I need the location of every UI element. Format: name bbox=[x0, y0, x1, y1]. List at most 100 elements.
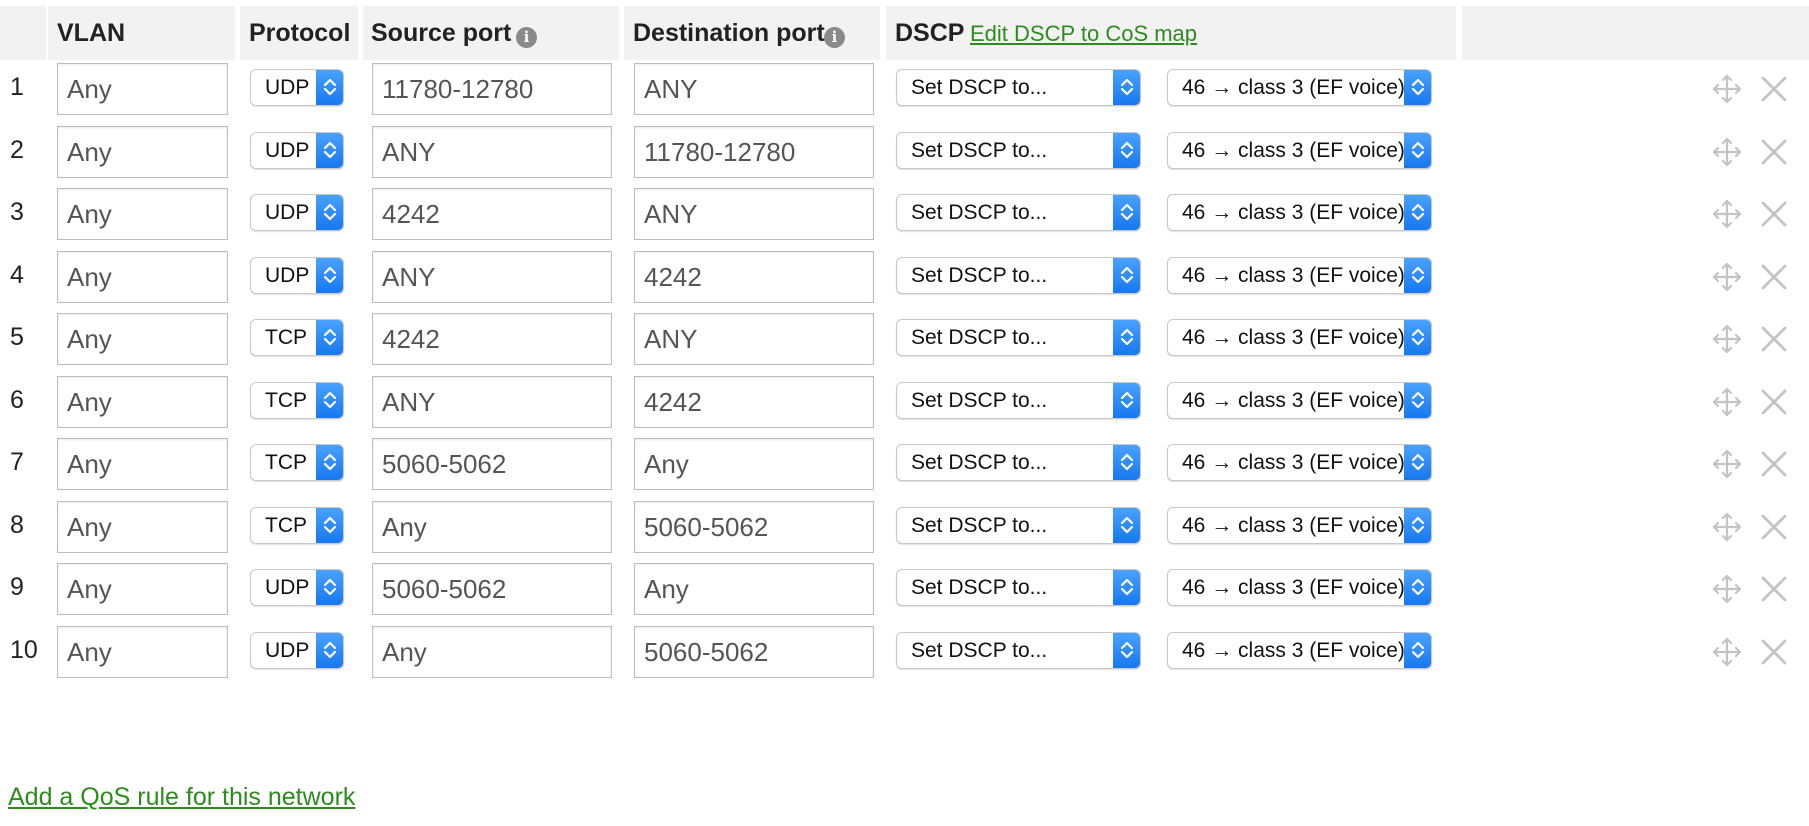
vlan-input[interactable]: Any bbox=[57, 375, 228, 428]
protocol-select[interactable]: UDP bbox=[250, 194, 344, 231]
protocol-select[interactable]: TCP bbox=[250, 444, 344, 481]
close-icon[interactable] bbox=[1759, 386, 1789, 418]
dscp-action-select[interactable]: Set DSCP to... bbox=[896, 569, 1141, 606]
row-number: 10 bbox=[10, 635, 38, 664]
destination-port-input[interactable]: 11780-12780 bbox=[634, 125, 874, 178]
protocol-value: UDP bbox=[265, 138, 310, 162]
dscp-action-select[interactable]: Set DSCP to... bbox=[896, 69, 1141, 106]
row-number: 7 bbox=[10, 448, 24, 476]
close-icon[interactable] bbox=[1759, 573, 1789, 605]
dscp-value-select[interactable]: 46 → class 3 (EF voice) bbox=[1167, 256, 1432, 294]
close-icon[interactable] bbox=[1759, 136, 1789, 168]
destination-port-input[interactable]: 4242 bbox=[634, 375, 874, 428]
source-port-input[interactable]: 5060-5062 bbox=[372, 438, 612, 490]
dscp-value-select[interactable]: 46 → class 3 (EF voice) bbox=[1167, 319, 1432, 356]
source-port-input[interactable]: 5060-5062 bbox=[372, 563, 612, 615]
move-icon[interactable] bbox=[1711, 73, 1743, 105]
source-port-input[interactable]: ANY bbox=[372, 250, 612, 303]
chevron-up-down-icon bbox=[1411, 391, 1425, 408]
dscp-value-select[interactable]: 46 → class 3 (EF voice) bbox=[1167, 506, 1432, 544]
move-icon[interactable] bbox=[1711, 261, 1743, 293]
vlan-input[interactable]: Any bbox=[57, 313, 228, 365]
source-port-input[interactable]: ANY bbox=[372, 125, 612, 178]
protocol-select[interactable]: UDP bbox=[250, 131, 344, 169]
close-icon[interactable] bbox=[1759, 261, 1789, 293]
dscp-value-select[interactable]: 46 → class 3 (EF voice) bbox=[1167, 194, 1432, 231]
info-icon[interactable]: i bbox=[824, 27, 845, 48]
destination-port-input[interactable]: 4242 bbox=[634, 250, 874, 303]
dscp-value: 46 → class 3 (EF voice) bbox=[1182, 576, 1405, 599]
close-icon[interactable] bbox=[1759, 198, 1789, 230]
dscp-value-select[interactable]: 46 → class 3 (EF voice) bbox=[1167, 381, 1432, 419]
dscp-action-select[interactable]: Set DSCP to... bbox=[896, 131, 1141, 169]
dscp-action-select[interactable]: Set DSCP to... bbox=[896, 194, 1141, 231]
dscp-action-value: Set DSCP to... bbox=[911, 388, 1048, 412]
vlan-input[interactable]: Any bbox=[57, 63, 228, 115]
destination-port-input[interactable]: 5060-5062 bbox=[634, 625, 874, 678]
protocol-select[interactable]: UDP bbox=[250, 69, 344, 106]
vlan-input[interactable]: Any bbox=[57, 250, 228, 303]
protocol-select[interactable]: TCP bbox=[250, 319, 344, 356]
close-icon[interactable] bbox=[1759, 448, 1789, 480]
close-icon[interactable] bbox=[1759, 73, 1789, 105]
close-icon[interactable] bbox=[1759, 511, 1789, 543]
chevron-up-down-icon bbox=[1411, 516, 1425, 533]
add-qos-rule-link[interactable]: Add a QoS rule for this network bbox=[8, 783, 355, 812]
dscp-value-select[interactable]: 46 → class 3 (EF voice) bbox=[1167, 131, 1432, 169]
move-icon[interactable] bbox=[1711, 136, 1743, 168]
dscp-value: 46 → class 3 (EF voice) bbox=[1182, 138, 1405, 162]
source-port-input[interactable]: 4242 bbox=[372, 313, 612, 365]
source-port-input[interactable]: 4242 bbox=[372, 188, 612, 240]
dscp-action-select[interactable]: Set DSCP to... bbox=[896, 631, 1141, 669]
move-icon[interactable] bbox=[1711, 386, 1743, 418]
destination-port-input[interactable]: ANY bbox=[634, 188, 874, 240]
protocol-select[interactable]: UDP bbox=[250, 569, 344, 606]
dscp-action-select[interactable]: Set DSCP to... bbox=[896, 444, 1141, 481]
move-icon[interactable] bbox=[1711, 573, 1743, 605]
vlan-input[interactable]: Any bbox=[57, 438, 228, 490]
dscp-value-select[interactable]: 46 → class 3 (EF voice) bbox=[1167, 569, 1432, 606]
close-icon[interactable] bbox=[1759, 323, 1789, 355]
vlan-input[interactable]: Any bbox=[57, 625, 228, 678]
move-icon[interactable] bbox=[1711, 323, 1743, 355]
vlan-input[interactable]: Any bbox=[57, 563, 228, 615]
dscp-value-select[interactable]: 46 → class 3 (EF voice) bbox=[1167, 444, 1432, 481]
vlan-input[interactable]: Any bbox=[57, 188, 228, 240]
move-icon[interactable] bbox=[1711, 511, 1743, 543]
source-port-input[interactable]: Any bbox=[372, 500, 612, 553]
move-icon[interactable] bbox=[1711, 636, 1743, 668]
table-row: 10 Any UDP Any 5060-5062 Set DSCP to... 46 → c… bbox=[0, 614, 1809, 686]
source-port-input[interactable]: 11780-12780 bbox=[372, 63, 612, 115]
chevron-up-down-icon bbox=[1120, 266, 1134, 283]
dscp-value-select[interactable]: 46 → class 3 (EF voice) bbox=[1167, 69, 1432, 106]
destination-port-input[interactable]: 5060-5062 bbox=[634, 500, 874, 553]
vlan-input[interactable]: Any bbox=[57, 125, 228, 178]
destination-port-input[interactable]: ANY bbox=[634, 63, 874, 115]
qos-rules-table: VLAN Protocol Source port i Destination … bbox=[0, 0, 1809, 826]
table-row: 3 Any UDP 4242 ANY Set DSCP to... 46 → class 3… bbox=[0, 176, 1809, 248]
source-port-input[interactable]: ANY bbox=[372, 375, 612, 428]
move-icon[interactable] bbox=[1711, 198, 1743, 230]
protocol-value: TCP bbox=[265, 451, 307, 474]
dscp-action-value: Set DSCP to... bbox=[911, 326, 1048, 349]
dscp-action-select[interactable]: Set DSCP to... bbox=[896, 381, 1141, 419]
protocol-select[interactable]: TCP bbox=[250, 381, 344, 419]
move-icon[interactable] bbox=[1711, 448, 1743, 480]
protocol-select[interactable]: TCP bbox=[250, 506, 344, 544]
info-icon[interactable]: i bbox=[516, 27, 537, 48]
dscp-value-select[interactable]: 46 → class 3 (EF voice) bbox=[1167, 631, 1432, 669]
dscp-action-select[interactable]: Set DSCP to... bbox=[896, 256, 1141, 294]
table-row: 1 Any UDP 11780-12780 ANY Set DSCP to... 46 → … bbox=[0, 51, 1809, 123]
destination-port-input[interactable]: Any bbox=[634, 438, 874, 490]
source-port-input[interactable]: Any bbox=[372, 625, 612, 678]
close-icon[interactable] bbox=[1759, 636, 1789, 668]
vlan-input[interactable]: Any bbox=[57, 500, 228, 553]
destination-port-input[interactable]: Any bbox=[634, 563, 874, 615]
destination-port-input[interactable]: ANY bbox=[634, 313, 874, 365]
protocol-value: TCP bbox=[265, 513, 307, 537]
protocol-select[interactable]: UDP bbox=[250, 256, 344, 294]
dscp-action-select[interactable]: Set DSCP to... bbox=[896, 319, 1141, 356]
protocol-select[interactable]: UDP bbox=[250, 631, 344, 669]
chevron-up-down-icon bbox=[323, 516, 337, 533]
dscp-action-select[interactable]: Set DSCP to... bbox=[896, 506, 1141, 544]
